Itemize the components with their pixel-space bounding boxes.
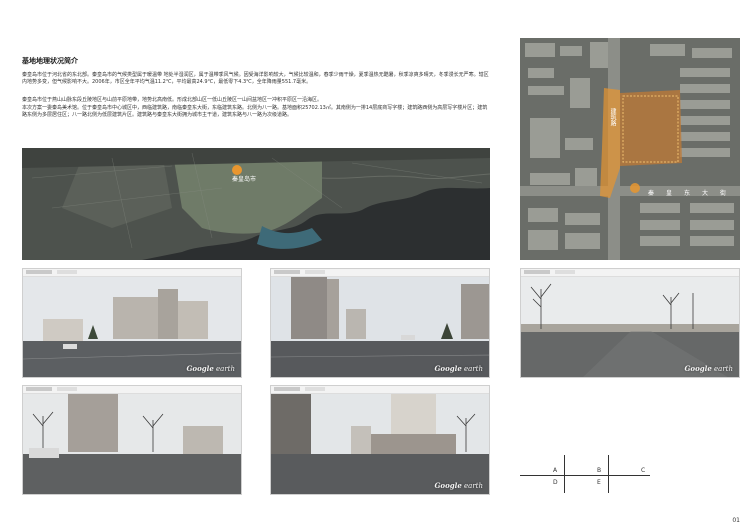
regional-map-label: 秦皇岛市 (232, 176, 257, 183)
page-title: 基地地理状况简介 (22, 57, 78, 65)
regional-map-image (22, 148, 490, 260)
street-photo-5: Google earth (270, 385, 490, 495)
google-earth-watermark: Google earth (186, 364, 235, 373)
key-label-b: B (597, 467, 602, 474)
key-label-a: A (553, 467, 558, 474)
street-photo-4-image (23, 386, 241, 494)
street-photo-3: Google earth (520, 268, 740, 378)
regional-satellite-map: 秦皇岛市 (22, 148, 490, 260)
intro-paragraph-site: 本次方案一委秦岛美术馆。位于秦皇岛市中心城区中，西临建筑路，南临秦皇东大街，东临… (22, 105, 488, 119)
key-label-e: E (597, 479, 601, 486)
key-label-d: D (553, 479, 558, 486)
street-photo-5-image (271, 386, 489, 494)
viewer-toolbar (271, 386, 489, 394)
street-photo-2-image (271, 269, 489, 377)
site-satellite-map: 建筑路 秦皇东大街 (520, 38, 740, 260)
street-photo-1: Google earth (22, 268, 242, 378)
road-label-jianzhu: 建筑路 (609, 108, 616, 126)
viewer-toolbar (521, 269, 739, 277)
street-photo-3-image (521, 269, 739, 377)
intro-paragraph-climate: 秦皇岛市位于河北省的东北部。秦皇岛市的气候类型属于暖温带 地处半湿润区，属于温带… (22, 72, 489, 86)
viewer-toolbar (23, 386, 241, 394)
google-earth-watermark: Google earth (684, 364, 733, 373)
key-vertical-line-2 (608, 455, 609, 493)
street-photo-1-image (23, 269, 241, 377)
google-earth-watermark: Google earth (434, 481, 483, 490)
viewer-toolbar (23, 269, 241, 277)
photo-location-key-diagram: A B C D E (520, 455, 660, 495)
page-number: 01 (732, 517, 740, 524)
intro-paragraph-terrain: 秦皇岛市位于燕山山脉东段丘陵地区与山前平原地带，地势北高南低。形成北部山区一低山… (22, 97, 323, 103)
road-label-qinhuang-east: 秦皇东大街 (648, 190, 739, 197)
street-photo-2: Google earth (270, 268, 490, 378)
google-earth-watermark: Google earth (434, 364, 483, 373)
viewer-toolbar (271, 269, 489, 277)
street-photo-4 (22, 385, 242, 495)
site-map-image (520, 38, 740, 260)
key-horizontal-line (520, 475, 650, 476)
key-label-c: C (641, 467, 646, 474)
key-vertical-line-1 (564, 455, 565, 493)
